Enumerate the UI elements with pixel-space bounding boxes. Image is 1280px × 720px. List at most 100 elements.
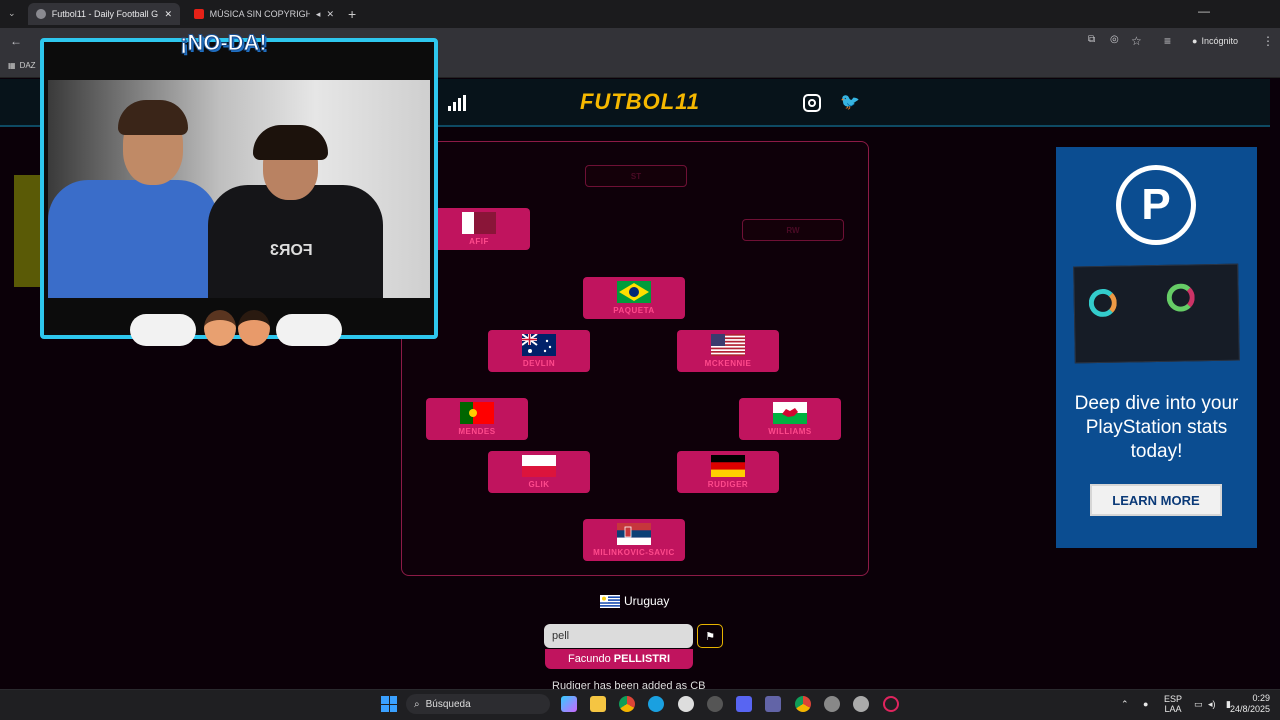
github-icon[interactable]	[678, 696, 694, 712]
wales-flag-icon	[773, 402, 807, 424]
suggestion-item[interactable]: Facundo PELLISTRI	[545, 649, 693, 669]
minimize-button[interactable]: —	[1198, 4, 1210, 18]
search-icon: ⌕	[414, 698, 420, 710]
stats-icon[interactable]	[448, 95, 466, 111]
brazil-flag-icon	[617, 281, 651, 303]
menu-icon[interactable]: ⋮	[1262, 34, 1274, 48]
player-rudiger[interactable]: RUDIGER	[677, 451, 779, 493]
qatar-flag-icon	[462, 212, 496, 234]
player-name: AFIF	[469, 237, 489, 246]
suggestion-last-name: PELLISTRI	[613, 653, 671, 665]
copilot-icon[interactable]	[561, 696, 577, 712]
player-mckennie[interactable]: MCKENNIE	[677, 330, 779, 372]
country-label: Uruguay	[600, 594, 669, 608]
media-icon[interactable]: ≡	[1164, 34, 1171, 48]
clock[interactable]: 0:29 24/8/2025	[1226, 693, 1270, 715]
give-up-button[interactable]: ⚑	[697, 624, 723, 648]
germany-flag-icon	[711, 455, 745, 477]
file-explorer-icon[interactable]	[590, 696, 606, 712]
discord-icon[interactable]	[736, 696, 752, 712]
player-glik[interactable]: GLIK	[488, 451, 590, 493]
instagram-icon[interactable]	[803, 94, 821, 112]
incognito-badge[interactable]: ● Incógnito	[1192, 36, 1238, 46]
incognito-label: Incógnito	[1201, 36, 1238, 46]
monitor-icon[interactable]: ▭	[1194, 699, 1203, 710]
player-name: WILLIAMS	[768, 427, 812, 436]
date: 24/8/2025	[1229, 704, 1270, 714]
serbia-flag-icon	[617, 523, 651, 545]
app-icon[interactable]	[707, 696, 723, 712]
cloud-decor	[130, 314, 196, 346]
learn-more-button[interactable]: LEARN MORE	[1090, 484, 1222, 516]
close-icon[interactable]: ✕	[326, 9, 334, 20]
player-name: DEVLIN	[522, 359, 556, 368]
site-logo[interactable]: FUTBOL11	[560, 89, 720, 115]
slot-rw[interactable]: RW	[742, 219, 844, 241]
webcam-overlay: FOR3	[40, 38, 438, 339]
search-label: Búsqueda	[425, 698, 471, 710]
tab-futbol11[interactable]: Futbol11 - Daily Football Game ✕	[28, 3, 180, 25]
eye-off-icon[interactable]: ◎	[1110, 34, 1119, 45]
tray-chevron-icon[interactable]: ⌃	[1121, 699, 1129, 710]
face-emoji-icon	[238, 310, 270, 346]
teams-icon[interactable]	[765, 696, 781, 712]
uruguay-flag-icon	[600, 594, 620, 608]
chrome-icon[interactable]	[795, 696, 811, 712]
lang-bottom: LAA	[1164, 704, 1182, 714]
tab-title: Futbol11 - Daily Football Game	[51, 9, 159, 19]
poland-flag-icon	[522, 455, 556, 477]
player-milinkovic[interactable]: MILINKOVIC-SAVIC	[583, 519, 685, 561]
pitch	[401, 141, 869, 576]
windows-start-icon[interactable]	[381, 696, 397, 712]
bookmark-item[interactable]: ▦ DAZ	[8, 61, 36, 70]
ad-logo-icon: P	[1116, 165, 1196, 245]
back-icon[interactable]: ←	[10, 34, 22, 48]
player-paqueta[interactable]: PAQUETA	[583, 277, 685, 319]
face-emoji-icon	[204, 310, 236, 346]
tab-search-button[interactable]: ⌄	[8, 8, 16, 19]
player-mendes[interactable]: MENDES	[426, 398, 528, 440]
player-name: PAQUETA	[613, 306, 655, 315]
speaker-icon: ◂	[315, 8, 321, 19]
webcam-video: FOR3	[48, 80, 430, 298]
tab-title: MÚSICA SIN COPYRIGHT (+	[209, 9, 310, 19]
app-icon[interactable]	[853, 696, 869, 712]
time: 0:29	[1252, 693, 1270, 703]
player-name: MCKENNIE	[704, 359, 752, 368]
slot-st[interactable]: ST	[585, 165, 687, 187]
bookmark-label: DAZ	[19, 61, 36, 70]
player-name: MILINKOVIC-SAVIC	[593, 548, 675, 557]
microphone-icon[interactable]: ●	[1143, 699, 1148, 709]
flag-icon: ⚑	[705, 630, 715, 643]
star-icon[interactable]: ☆	[1131, 34, 1142, 48]
settings-icon[interactable]	[824, 696, 840, 712]
language-indicator[interactable]: ESP LAA	[1164, 694, 1182, 714]
edge-icon[interactable]	[648, 696, 664, 712]
new-tab-button[interactable]: +	[348, 6, 356, 22]
ad-screenshot	[1073, 263, 1240, 364]
player-afif[interactable]: AFIF	[428, 208, 530, 250]
volume-icon[interactable]: ◂)	[1208, 699, 1216, 710]
youtube-icon	[194, 9, 204, 19]
country-name: Uruguay	[624, 594, 670, 608]
apps-icon: ▦	[8, 61, 16, 70]
taskbar	[0, 689, 1280, 720]
chrome-icon[interactable]	[619, 696, 635, 712]
player-search-input[interactable]	[544, 624, 693, 648]
taskbar-search[interactable]: ⌕ Búsqueda	[406, 694, 550, 714]
channel-logo: ¡NO-DA!	[180, 30, 268, 56]
suggestion-first-name: Facundo	[567, 653, 611, 665]
ad-logo-letter: P	[1121, 170, 1191, 240]
player-name: GLIK	[528, 480, 550, 489]
player-devlin[interactable]: DEVLIN	[488, 330, 590, 372]
app-icon[interactable]	[883, 696, 899, 712]
translate-icon[interactable]: ⧉	[1088, 34, 1095, 45]
shirt-text: FOR3	[270, 242, 313, 259]
player-williams[interactable]: WILLIAMS	[739, 398, 841, 440]
close-icon[interactable]: ✕	[164, 9, 172, 20]
twitter-icon[interactable]: 🐦	[840, 92, 860, 112]
portugal-flag-icon	[460, 402, 494, 424]
tab-music[interactable]: MÚSICA SIN COPYRIGHT (+ ◂ ✕	[186, 3, 342, 25]
australia-flag-icon	[522, 334, 556, 356]
lang-top: ESP	[1164, 694, 1183, 704]
